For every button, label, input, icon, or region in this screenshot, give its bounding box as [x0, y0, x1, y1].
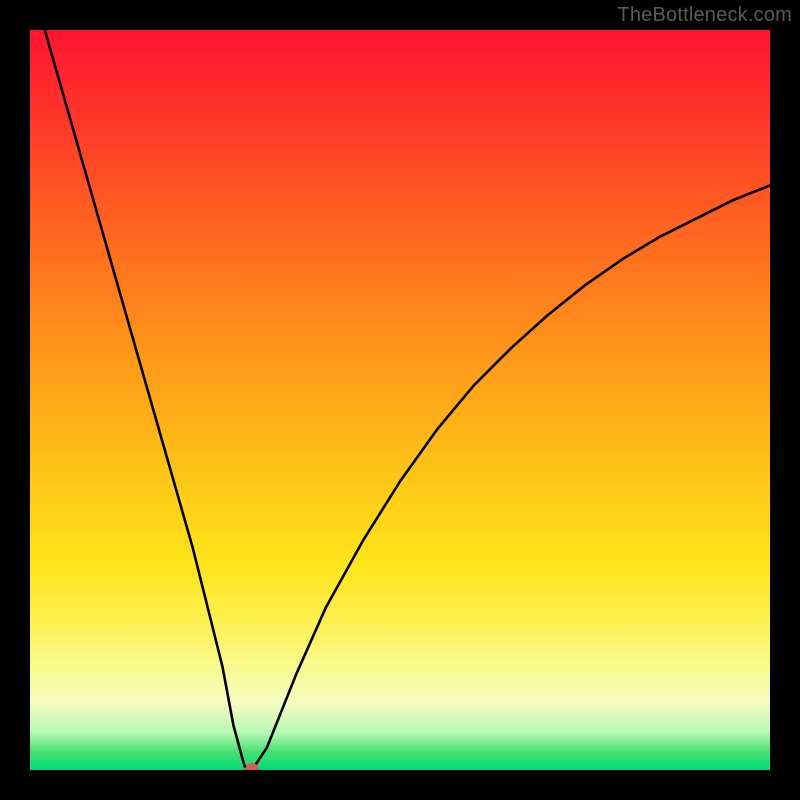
bottleneck-curve — [30, 30, 770, 770]
plot-area — [30, 30, 770, 770]
watermark-text: TheBottleneck.com — [617, 4, 792, 27]
chart-frame: TheBottleneck.com — [0, 0, 800, 800]
